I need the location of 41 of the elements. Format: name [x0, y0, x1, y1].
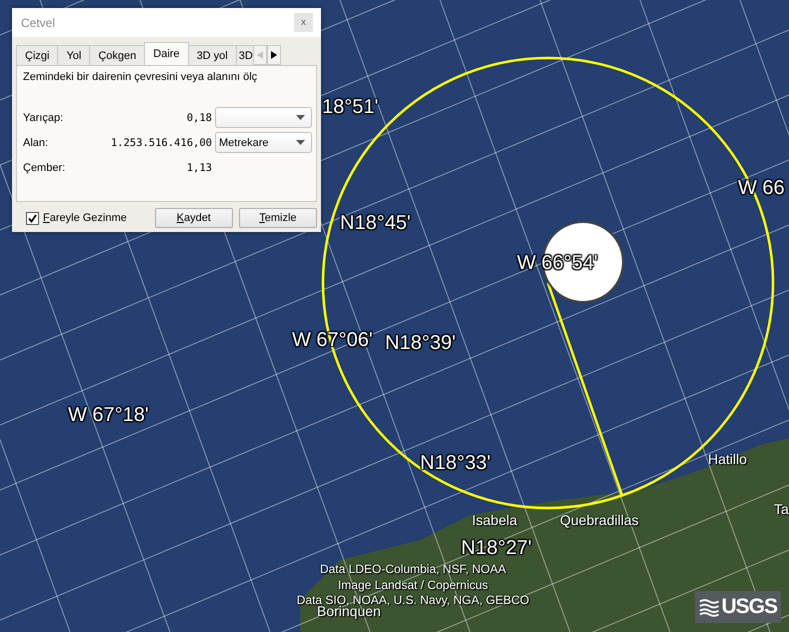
tab[interactable]: 3D yol [188, 45, 237, 65]
attribution-text: Image Landsat / Copernicus [338, 579, 488, 591]
caret-icon [296, 115, 305, 120]
attribution-text: Data LDEO-Columbia, NSF, NOAA [320, 563, 506, 575]
field-label: Alan: [23, 136, 50, 148]
attribution-text: Data SIO, NOAA, U.S. Navy, NGA, GEBCO [296, 594, 530, 606]
wave-icon [699, 597, 720, 617]
action-button[interactable]: Kaydet [154, 208, 233, 228]
place-label: Ta [774, 502, 789, 516]
unit-dropdown[interactable]: Metrekare [215, 132, 312, 153]
tab[interactable]: Çizgi [16, 45, 58, 65]
close-button[interactable]: x [294, 13, 313, 32]
caret-icon [296, 140, 305, 145]
grid-label: N18°39' [385, 333, 456, 353]
place-label: Isabela [472, 513, 518, 527]
grid-label: N18°33' [420, 453, 491, 473]
tab[interactable]: Daire [144, 42, 189, 65]
field-label: Çember: [23, 162, 66, 174]
grid-label: N18°45' [340, 213, 411, 233]
left-arrow-icon [256, 51, 263, 59]
place-label: Borinquen [317, 604, 381, 618]
checkbox[interactable] [26, 212, 39, 224]
place-label: Quebradillas [560, 513, 639, 527]
measurement-value: 1,13 [186, 162, 212, 174]
measurement-value: 0,18 [186, 112, 212, 124]
place-label: Hatillo [708, 452, 747, 466]
measurement-value: 1.253.516.416,00 [110, 136, 212, 148]
action-button[interactable]: Temizle [238, 208, 317, 228]
description-text: Zemindeki bir dairenin çevresini veya alanını ölç [23, 71, 258, 83]
tab[interactable]: 3D [236, 45, 254, 65]
grid-label: W 67°18' [68, 405, 149, 425]
grid-label: 18°51' [322, 97, 378, 117]
tab[interactable]: Yol [57, 45, 90, 65]
checkbox-label: Fareyle Gezinme [43, 212, 127, 224]
logo-text: USGS [721, 595, 777, 619]
right-arrow-icon [270, 51, 277, 59]
grid-label: N18°27' [461, 538, 532, 558]
dialog-title: Cetvel [21, 16, 56, 30]
tab[interactable]: Çokgen [89, 45, 146, 65]
scroll-right-button[interactable] [266, 45, 281, 65]
field-label: Yarıçap: [23, 112, 64, 124]
